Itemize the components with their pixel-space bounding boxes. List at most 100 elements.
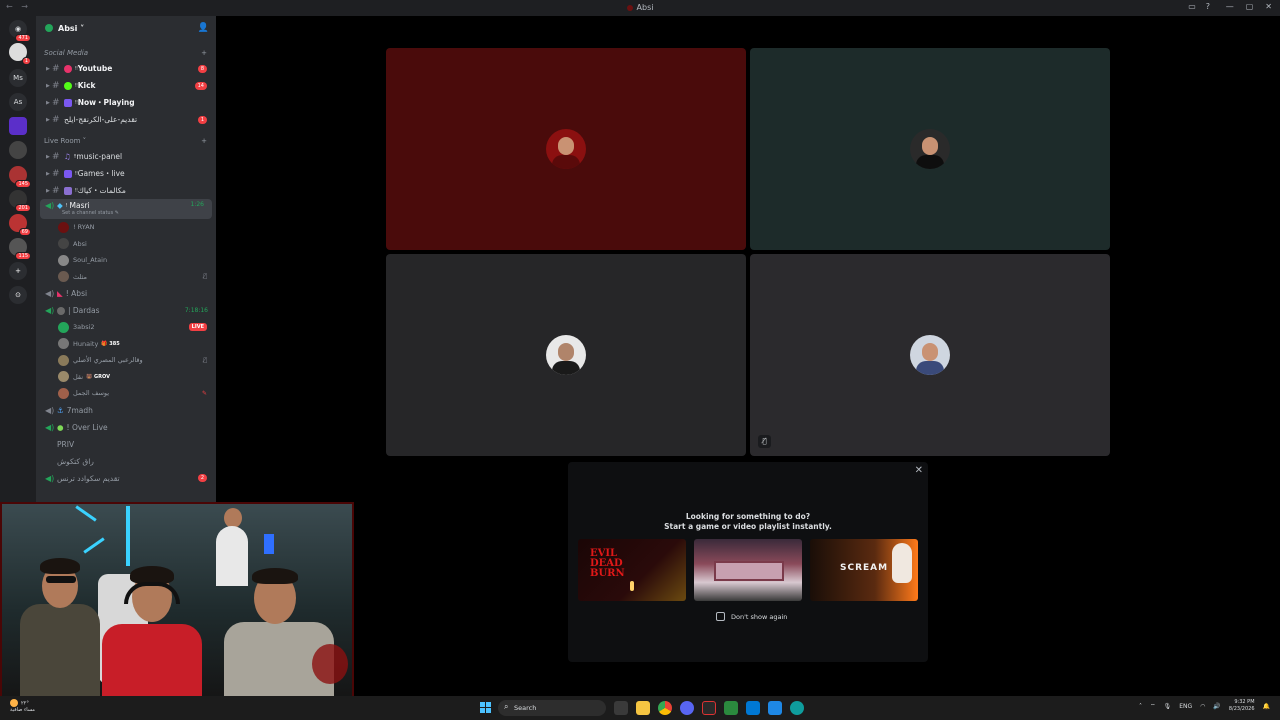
voice-channel-7madh[interactable]: ◀) ⚓ 7madh bbox=[36, 402, 216, 419]
checkbox-icon[interactable] bbox=[716, 612, 725, 621]
channel-games-live[interactable]: ▶ # ᵎᵎ Games・live bbox=[36, 165, 216, 182]
search-placeholder: Search bbox=[514, 704, 537, 712]
voice-user[interactable]: Hunaity 🎁 385 bbox=[36, 336, 216, 353]
close-window-button[interactable]: ✕ bbox=[1265, 2, 1272, 11]
person-hair bbox=[40, 558, 80, 574]
add-server-icon[interactable]: + bbox=[9, 262, 27, 280]
video-tile-2[interactable] bbox=[750, 48, 1110, 250]
chrome-icon[interactable] bbox=[658, 701, 672, 715]
start-button[interactable] bbox=[480, 702, 491, 713]
server-icon-ms[interactable]: Ms bbox=[9, 69, 27, 87]
inbox-icon[interactable]: ▭ bbox=[1188, 2, 1196, 11]
channel-name: مكالمات・كياك bbox=[77, 186, 126, 195]
channel-apply[interactable]: ▶ # تقديم-على-الكرنقج-ايلح 1 bbox=[36, 111, 216, 128]
voice-user[interactable]: 3absi2 LIVE bbox=[36, 319, 216, 336]
channel-music-panel[interactable]: ▶ # ♫ ᵎᵎ music-panel bbox=[36, 148, 216, 165]
chevron-up-icon[interactable]: ˄ bbox=[1139, 703, 1142, 710]
voice-channel-priv[interactable]: PRIV bbox=[36, 436, 216, 453]
server-icon-6[interactable] bbox=[9, 141, 27, 159]
channel-youtube[interactable]: ▶ # ᵎᵎ Youtube 8 bbox=[36, 60, 216, 77]
file-explorer-icon[interactable] bbox=[636, 701, 650, 715]
avatar-body bbox=[916, 155, 944, 169]
deafened-icon: ✎ bbox=[201, 389, 207, 397]
xbox-icon[interactable] bbox=[724, 701, 738, 715]
game-card-scream[interactable]: SCREAM bbox=[810, 539, 918, 601]
server-icon-9[interactable]: 69 bbox=[9, 214, 31, 236]
server-icon-8[interactable]: 201 bbox=[9, 190, 31, 212]
voice-channel-masri[interactable]: ◀) ◆ ᵎ Masri 1:26 Set a channel status ✎ bbox=[40, 199, 212, 219]
server-icon-7[interactable]: 145 bbox=[9, 166, 31, 188]
category-social-media[interactable]: Social Media + bbox=[36, 46, 216, 60]
add-channel-icon[interactable]: + bbox=[201, 49, 207, 57]
user-name: Hunaity bbox=[73, 339, 99, 348]
channel-kick[interactable]: ▶ # ᵎᵎ Kick 14 bbox=[36, 77, 216, 94]
voice-channel-arabic-2[interactable]: ◀) تقديم سكوادد ترنس 2 bbox=[36, 470, 216, 487]
add-channel-icon[interactable]: + bbox=[201, 137, 207, 145]
mention-badge: 2 bbox=[197, 474, 207, 482]
server-icon-as[interactable]: As bbox=[9, 93, 27, 111]
video-tile-ryan[interactable] bbox=[386, 48, 746, 250]
channel-calls[interactable]: ▶ # ᵎᵎ مكالمات・كياك bbox=[36, 182, 216, 199]
person-torso bbox=[102, 624, 202, 698]
video-tile-3[interactable] bbox=[386, 254, 746, 456]
maximize-button[interactable]: ▢ bbox=[1246, 2, 1254, 11]
server-header[interactable]: Absi ˅ 👤 bbox=[36, 16, 216, 40]
server-icon-1[interactable]: 1 bbox=[9, 43, 31, 65]
voice-channel-dardas[interactable]: ◀) | Dardas 7:18:16 bbox=[36, 302, 216, 319]
voice-user[interactable]: Soul_Atain bbox=[36, 252, 216, 269]
edge-icon[interactable] bbox=[790, 701, 804, 715]
voice-stage: 🎙̸ ✕ Looking for something to do? Start … bbox=[216, 16, 1280, 696]
wifi-icon[interactable]: ◠ bbox=[1200, 703, 1205, 710]
voice-channel-arabic-1[interactable]: راق كتكوش bbox=[36, 453, 216, 470]
weather-widget[interactable]: ٢٢° مساء صافية bbox=[10, 699, 35, 713]
taskbar-search[interactable]: ⌕ Search bbox=[498, 700, 606, 716]
channel-name: music-panel bbox=[76, 152, 123, 161]
game-card-evil-dead[interactable]: EVIL DEAD BURN bbox=[578, 539, 686, 601]
candle-icon bbox=[630, 581, 634, 591]
notification-bell-icon[interactable]: 🔔 bbox=[1263, 703, 1270, 710]
user-name: نقل bbox=[73, 372, 84, 381]
dont-show-again-checkbox[interactable]: Don't show again bbox=[716, 612, 787, 621]
store-icon[interactable] bbox=[746, 701, 760, 715]
minimize-button[interactable]: — bbox=[1226, 2, 1234, 11]
voice-user[interactable]: نقل 🐻 GROV bbox=[36, 369, 216, 386]
discover-icon[interactable]: ⊙ bbox=[9, 286, 27, 304]
task-view-icon[interactable] bbox=[614, 701, 628, 715]
avatar bbox=[58, 221, 69, 233]
voice-user[interactable]: مثلث 🎙̸ bbox=[36, 269, 216, 286]
microphone-icon[interactable]: 🎙 bbox=[1164, 703, 1172, 710]
help-icon[interactable]: ? bbox=[1206, 2, 1210, 11]
add-user-icon[interactable]: 👤 bbox=[198, 23, 209, 33]
voice-user[interactable]: يوسف الجمل ✎ bbox=[36, 385, 216, 402]
voice-user[interactable]: ! RYAN bbox=[36, 219, 216, 236]
voice-channel-over-live[interactable]: ◀) ●! Over Live bbox=[36, 419, 216, 436]
channel-now-playing[interactable]: ▶ # ᵎᵎ Now・Playing bbox=[36, 94, 216, 111]
video-tile-4[interactable]: 🎙̸ bbox=[750, 254, 1110, 456]
sunglasses-icon bbox=[46, 576, 76, 583]
user-name: Absi bbox=[73, 239, 87, 248]
gamepad-icon bbox=[64, 98, 72, 107]
category-live-room[interactable]: Live Room ˅ + bbox=[36, 134, 216, 148]
voice-user[interactable]: وقالرعبي المصري الأصلي 🎙̸ bbox=[36, 352, 216, 369]
streaming-app-icon[interactable] bbox=[702, 701, 716, 715]
voice-channel-name: 7madh bbox=[66, 405, 93, 415]
anchor-icon: ⚓ bbox=[57, 405, 64, 415]
network-icon[interactable]: ⌔ bbox=[1150, 702, 1156, 710]
game-title: SCREAM bbox=[840, 563, 889, 573]
volume-icon[interactable]: 🔊 bbox=[1213, 703, 1220, 710]
hash-icon: # bbox=[52, 97, 60, 108]
voice-user[interactable]: Absi bbox=[36, 236, 216, 253]
server-icon-purple[interactable] bbox=[9, 117, 27, 135]
discord-icon[interactable] bbox=[680, 701, 694, 715]
activity-subheading: Start a game or video playlist instantly… bbox=[664, 522, 832, 531]
channel-status-input[interactable]: Set a channel status ✎ bbox=[62, 210, 119, 216]
photos-icon[interactable] bbox=[768, 701, 782, 715]
close-icon[interactable]: ✕ bbox=[915, 465, 923, 476]
voice-channel-absi[interactable]: ◀) ◣! Absi bbox=[36, 285, 216, 302]
clock[interactable]: 9:32 PM 8/23/2026 bbox=[1229, 699, 1255, 713]
server-icon-10[interactable]: 115 bbox=[9, 238, 31, 260]
game-card-store[interactable] bbox=[694, 539, 802, 601]
direct-messages-icon[interactable]: ◉ 471 bbox=[9, 20, 31, 42]
speaker-icon: ◀) bbox=[45, 473, 55, 483]
language-indicator[interactable]: ENG bbox=[1179, 703, 1192, 710]
